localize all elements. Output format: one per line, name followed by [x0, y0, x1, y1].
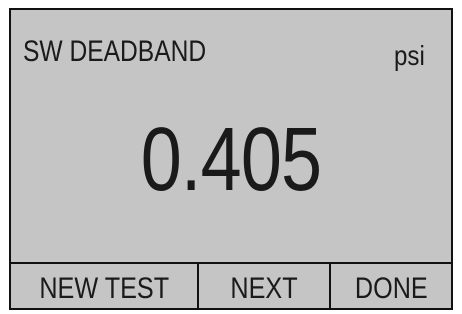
next-softkey[interactable]: NEXT: [199, 264, 331, 308]
mode-title: SW DEADBAND: [23, 35, 207, 68]
new-test-softkey[interactable]: NEW TEST: [11, 264, 199, 308]
deadband-reading: 0.405: [140, 110, 322, 210]
done-softkey[interactable]: DONE: [331, 264, 451, 308]
new-test-softkey-label: NEW TEST: [39, 272, 169, 305]
lcd-screen: SW DEADBAND psi 0.405 NEW TEST NEXT DONE: [9, 8, 453, 310]
next-softkey-label: NEXT: [230, 272, 298, 305]
softkey-bar: NEW TEST NEXT DONE: [11, 262, 451, 308]
done-softkey-label: DONE: [354, 272, 428, 305]
pressure-unit: psi: [394, 40, 425, 71]
